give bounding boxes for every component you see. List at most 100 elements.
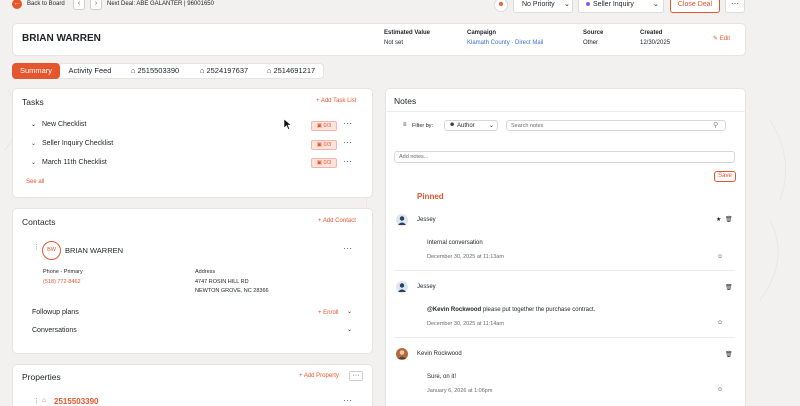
back-to-board-link[interactable]: Back to Board bbox=[27, 1, 65, 7]
note-author: Jessey bbox=[417, 284, 436, 290]
house-icon: ⌂ bbox=[42, 397, 47, 404]
task-progress-badge: ▣ 0/3 bbox=[311, 121, 337, 131]
task-progress-value: 0/3 bbox=[323, 160, 332, 166]
assign-user-icon[interactable]: ☻ bbox=[494, 0, 508, 12]
campaign-label: Campaign bbox=[467, 30, 497, 36]
drag-handle-icon[interactable]: ⋮ bbox=[33, 397, 40, 405]
author-filter-select[interactable]: ☻ Author ⌄ bbox=[444, 120, 498, 131]
divider bbox=[394, 337, 735, 338]
trash-icon[interactable]: 🗑 bbox=[725, 351, 733, 358]
estimated-value-label: Estimated Value bbox=[384, 30, 431, 36]
next-deal-button[interactable]: › bbox=[90, 0, 102, 10]
add-reaction-icon[interactable]: ☺ bbox=[717, 254, 723, 260]
filter-icon: ≡ bbox=[403, 122, 407, 128]
conversations-label[interactable]: Conversations bbox=[32, 327, 77, 334]
tab-property-1[interactable]: ⌂ 2515503390 bbox=[124, 63, 186, 79]
drag-handle-icon[interactable]: ⋮ bbox=[33, 243, 40, 251]
phone-label: Phone - Primary bbox=[43, 269, 83, 275]
search-notes-input[interactable]: Search notes ⚲ bbox=[506, 120, 726, 131]
task-progress-value: 0/3 bbox=[323, 142, 332, 148]
task-list-item[interactable]: Seller Inquiry Checklist bbox=[42, 140, 113, 147]
save-note-button[interactable]: Save bbox=[714, 171, 736, 182]
note-author: Jessey bbox=[417, 217, 436, 223]
created-label: Created bbox=[640, 30, 663, 36]
author-avatar bbox=[396, 348, 408, 360]
mention[interactable]: @Kevin Rockwood bbox=[427, 307, 481, 313]
see-all-tasks-link[interactable]: See all bbox=[26, 179, 44, 185]
house-icon: ⌂ bbox=[199, 66, 205, 75]
tab-property-2[interactable]: ⌂ 2524197637 bbox=[193, 63, 255, 79]
tab-property-2-label: 2524197637 bbox=[206, 66, 249, 75]
author-filter-value: Author bbox=[457, 123, 475, 129]
task-list-more-button[interactable]: ··· bbox=[343, 119, 353, 128]
chevron-down-icon[interactable]: ⌄ bbox=[31, 121, 36, 128]
search-icon: ⚲ bbox=[713, 122, 719, 129]
chevron-down-icon: ⌄ bbox=[564, 1, 570, 8]
note-date: January 6, 2026 at 1:06pm bbox=[427, 388, 493, 394]
chevron-down-icon[interactable]: ⌄ bbox=[347, 326, 352, 333]
clipboard-icon: ▣ bbox=[316, 160, 322, 166]
address-label: Address bbox=[195, 269, 216, 275]
property-more-button[interactable]: ··· bbox=[343, 396, 353, 405]
divider bbox=[394, 270, 735, 271]
source-value: Other bbox=[583, 40, 599, 46]
properties-more-button[interactable]: ··· bbox=[349, 371, 363, 381]
task-progress-value: 0/3 bbox=[323, 123, 332, 129]
trash-icon[interactable]: 🗑 bbox=[725, 284, 733, 291]
trash-icon[interactable]: 🗑 bbox=[725, 216, 733, 223]
tab-activity-feed[interactable]: Activity Feed bbox=[62, 63, 118, 79]
tab-property-3[interactable]: ⌂ 2514691217 bbox=[260, 63, 322, 79]
mouse-cursor-icon bbox=[284, 119, 292, 130]
chevron-down-icon[interactable]: ⌄ bbox=[347, 308, 352, 315]
add-notes-input[interactable]: Add notes... bbox=[394, 151, 735, 163]
task-list-item[interactable]: New Checklist bbox=[42, 121, 86, 128]
phone-link[interactable]: (518) 772-8462 bbox=[43, 279, 81, 285]
add-reaction-icon[interactable]: ☺ bbox=[717, 387, 723, 393]
chevron-right-icon: › bbox=[94, 0, 98, 7]
task-list-item[interactable]: March 11th Checklist bbox=[42, 159, 107, 166]
properties-title: Properties bbox=[22, 372, 61, 382]
edit-icon: ✎ bbox=[713, 36, 719, 42]
note-date: December 30, 2025 at 11:13am bbox=[427, 254, 504, 260]
chevron-down-icon[interactable]: ⌄ bbox=[31, 140, 36, 147]
notes-title: Notes bbox=[394, 96, 417, 106]
pin-icon[interactable]: ★ bbox=[716, 216, 721, 223]
estimated-value: Not set bbox=[384, 40, 404, 46]
house-icon: ⌂ bbox=[266, 66, 272, 75]
property-link[interactable]: 2515503390 bbox=[54, 397, 99, 406]
status-select[interactable]: Seller Inquiry ⌄ bbox=[578, 0, 664, 13]
close-deal-button[interactable]: Close Deal bbox=[670, 0, 720, 13]
task-progress-badge: ▣ 0/3 bbox=[311, 158, 337, 168]
clipboard-icon: ▣ bbox=[316, 142, 322, 148]
address-line2: NEWTON GROVE, NC 28366 bbox=[195, 288, 269, 294]
priority-select[interactable]: No Priority ⌄ bbox=[513, 0, 573, 13]
source-label: Source bbox=[583, 30, 604, 36]
previous-deal-button[interactable]: ‹ bbox=[73, 0, 85, 10]
note-author: Kevin Rockwood bbox=[417, 351, 462, 357]
address-line1: 4747 ROSIN HILL RD bbox=[195, 279, 249, 285]
tasks-title: Tasks bbox=[22, 97, 44, 107]
priority-value: No Priority bbox=[522, 1, 555, 8]
chevron-down-icon: ⌄ bbox=[653, 1, 659, 8]
edit-button[interactable]: ✎ Edit bbox=[713, 35, 730, 42]
chevron-down-icon[interactable]: ⌄ bbox=[31, 159, 36, 166]
enroll-button[interactable]: + Enroll bbox=[318, 310, 339, 316]
add-reaction-icon[interactable]: ☺ bbox=[717, 320, 723, 326]
user-icon: ☻ bbox=[449, 122, 456, 128]
back-arrow-icon[interactable]: ← bbox=[12, 0, 22, 9]
add-task-list-button[interactable]: + Add Task List bbox=[316, 98, 356, 104]
campaign-link[interactable]: Klamath County · Direct Mail bbox=[467, 40, 543, 46]
task-progress-badge: ▣ 0/3 bbox=[311, 140, 337, 150]
contacts-title: Contacts bbox=[22, 217, 56, 227]
followup-plans-label: Followup plans bbox=[32, 309, 79, 316]
task-list-more-button[interactable]: ··· bbox=[343, 157, 353, 166]
add-contact-button[interactable]: + Add Contact bbox=[318, 218, 356, 224]
task-list-more-button[interactable]: ··· bbox=[343, 138, 353, 147]
tab-property-3-label: 2514691217 bbox=[273, 66, 316, 75]
contact-more-button[interactable]: ··· bbox=[343, 244, 353, 253]
add-notes-placeholder: Add notes... bbox=[399, 154, 429, 160]
more-actions-button[interactable]: ··· bbox=[725, 0, 745, 13]
avatar: BW bbox=[42, 241, 61, 260]
add-property-button[interactable]: + Add Property bbox=[299, 373, 339, 379]
tab-summary[interactable]: Summary bbox=[12, 63, 60, 79]
